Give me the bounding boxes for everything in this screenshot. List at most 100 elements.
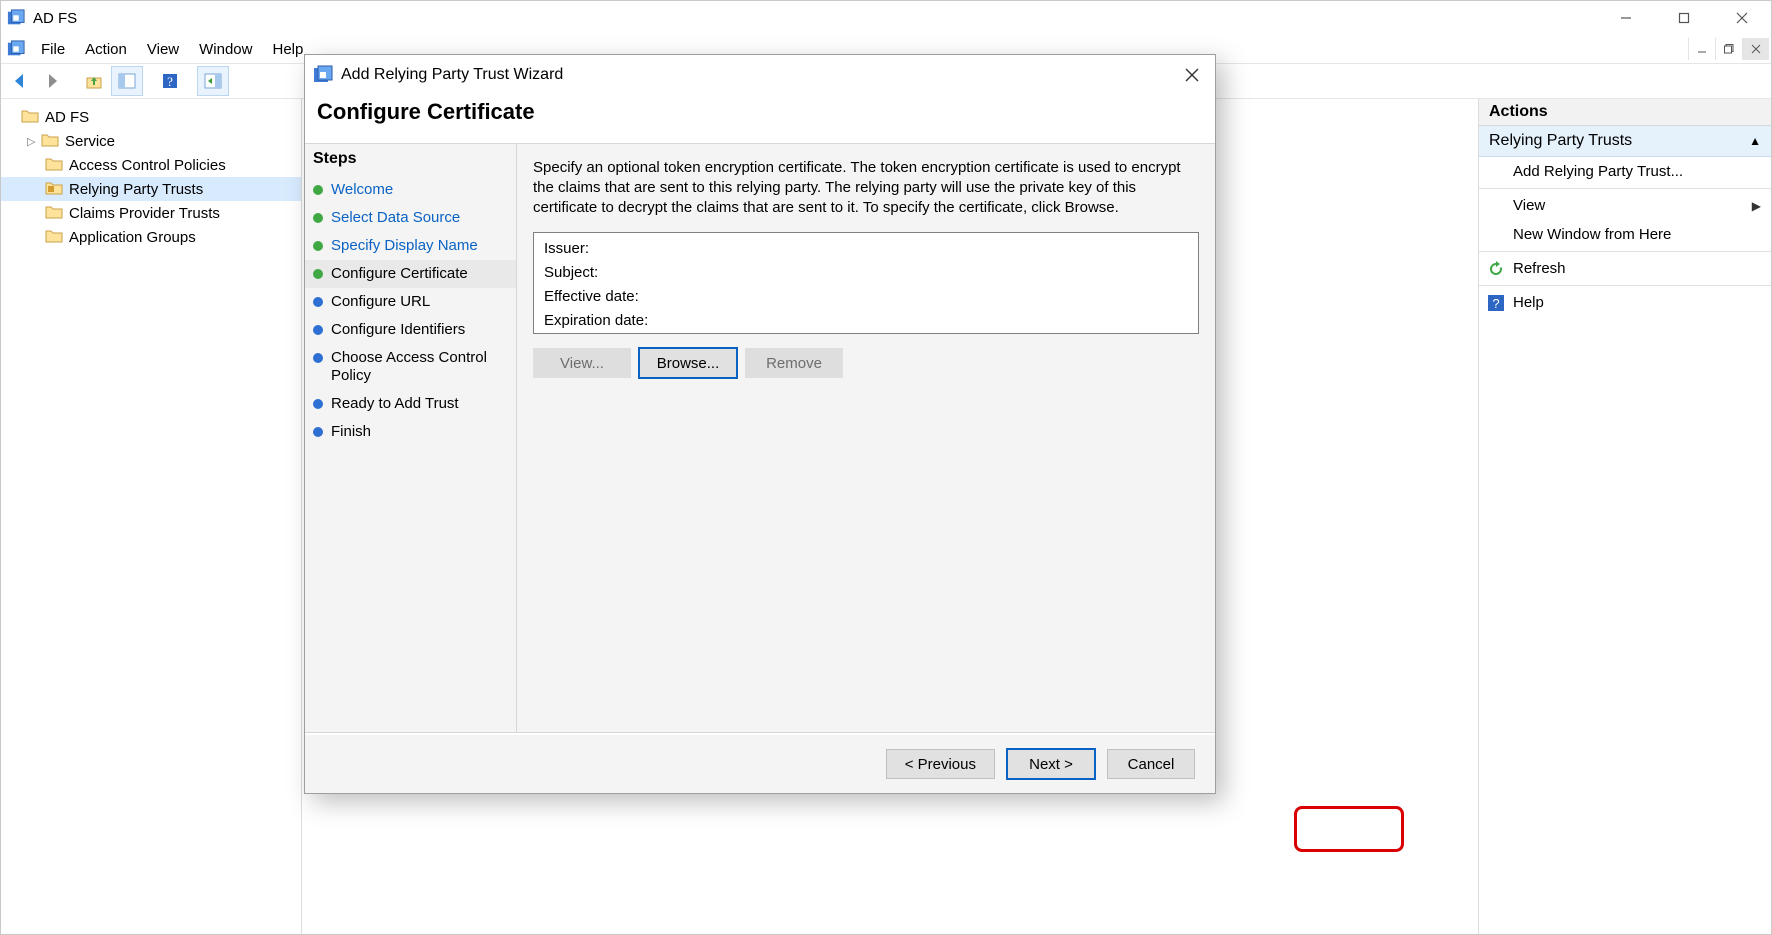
action-view[interactable]: View ▶ [1479, 191, 1771, 220]
wizard-content: Specify an optional token encryption cer… [517, 143, 1215, 733]
remove-certificate-button: Remove [745, 348, 843, 378]
bullet-icon [313, 185, 323, 195]
step-label: Specify Display Name [331, 237, 478, 255]
steps-pane: Steps Welcome Select Data Source Specify… [305, 143, 517, 733]
step-finish[interactable]: Finish [305, 418, 516, 446]
step-label: Configure Certificate [331, 265, 468, 283]
previous-button[interactable]: < Previous [886, 749, 995, 779]
close-button[interactable] [1713, 1, 1771, 35]
action-label: New Window from Here [1513, 226, 1671, 243]
folder-icon [41, 133, 59, 149]
bullet-icon [313, 399, 323, 409]
step-label: Finish [331, 423, 371, 441]
tree-item-appgroups[interactable]: Application Groups [1, 225, 301, 249]
action-help[interactable]: ? Help [1479, 288, 1771, 317]
actions-pane: Actions Relying Party Trusts ▲ Add Relyi… [1478, 99, 1771, 934]
mdi-close[interactable] [1742, 38, 1769, 60]
wizard-title-bar: Add Relying Party Trust Wizard [305, 55, 1215, 95]
tree-item-acp[interactable]: Access Control Policies [1, 153, 301, 177]
back-button[interactable] [5, 67, 35, 95]
mdi-minimize[interactable] [1688, 38, 1715, 60]
maximize-button[interactable] [1655, 1, 1713, 35]
tree-root[interactable]: AD FS [1, 105, 301, 129]
cert-issuer-label: Issuer: [544, 237, 1188, 261]
tree-label: Service [65, 133, 115, 150]
step-label: Configure URL [331, 293, 430, 311]
wizard-title: Add Relying Party Trust Wizard [341, 66, 1169, 84]
cert-button-row: View... Browse... Remove [533, 348, 1199, 378]
show-hide-actions-button[interactable] [197, 66, 229, 96]
step-configure-certificate[interactable]: Configure Certificate [305, 260, 516, 288]
step-configure-url[interactable]: Configure URL [305, 288, 516, 316]
steps-title: Steps [305, 144, 516, 176]
step-ready-to-add-trust[interactable]: Ready to Add Trust [305, 390, 516, 418]
adfs-icon [7, 9, 25, 27]
tree-item-cpt[interactable]: Claims Provider Trusts [1, 201, 301, 225]
step-label: Welcome [331, 181, 393, 199]
folder-icon [45, 157, 63, 173]
wizard-footer: < Previous Next > Cancel [305, 735, 1215, 793]
forward-button[interactable] [37, 67, 67, 95]
refresh-icon [1487, 260, 1505, 278]
step-configure-identifiers[interactable]: Configure Identifiers [305, 316, 516, 344]
action-refresh[interactable]: Refresh [1479, 254, 1771, 283]
wizard-description: Specify an optional token encryption cer… [533, 158, 1199, 218]
step-choose-access-control-policy[interactable]: Choose Access Control Policy [305, 344, 516, 390]
up-button[interactable] [79, 67, 109, 95]
certificate-info-box: Issuer: Subject: Effective date: Expirat… [533, 232, 1199, 334]
wizard-body: Steps Welcome Select Data Source Specify… [305, 143, 1215, 733]
adfs-icon [7, 40, 25, 58]
bullet-icon [313, 269, 323, 279]
cert-subject-label: Subject: [544, 261, 1188, 285]
menu-action[interactable]: Action [75, 37, 137, 62]
window-title: AD FS [33, 10, 1597, 27]
help-button[interactable]: ? [155, 67, 185, 95]
window-controls [1597, 1, 1771, 35]
step-welcome[interactable]: Welcome [305, 176, 516, 204]
folder-icon [45, 181, 63, 197]
action-label: View [1513, 197, 1545, 214]
next-button[interactable]: Next > [1007, 749, 1095, 779]
submenu-arrow-icon: ▶ [1752, 199, 1761, 213]
twisty-icon[interactable]: ▷ [27, 135, 41, 148]
wizard-close-button[interactable] [1169, 55, 1215, 95]
browse-certificate-button[interactable]: Browse... [639, 348, 737, 378]
action-label: Refresh [1513, 260, 1566, 277]
step-label: Configure Identifiers [331, 321, 465, 339]
help-icon: ? [1487, 294, 1505, 312]
bullet-icon [313, 325, 323, 335]
bullet-icon [313, 353, 323, 363]
bullet-icon [313, 241, 323, 251]
step-label: Ready to Add Trust [331, 395, 459, 413]
tree-item-service[interactable]: ▷ Service [1, 129, 301, 153]
step-label: Select Data Source [331, 209, 460, 227]
actions-group-label: Relying Party Trusts [1489, 132, 1632, 150]
tree-label: Claims Provider Trusts [69, 205, 220, 222]
show-hide-tree-button[interactable] [111, 66, 143, 96]
cancel-button[interactable]: Cancel [1107, 749, 1195, 779]
action-label: Help [1513, 294, 1544, 311]
bullet-icon [313, 297, 323, 307]
folder-icon [45, 205, 63, 221]
tree-label: Application Groups [69, 229, 196, 246]
action-new-window[interactable]: New Window from Here [1479, 220, 1771, 249]
mdi-restore[interactable] [1715, 38, 1742, 60]
menu-window[interactable]: Window [189, 37, 262, 62]
minimize-button[interactable] [1597, 1, 1655, 35]
action-add-rpt[interactable]: Add Relying Party Trust... [1479, 157, 1771, 186]
view-certificate-button: View... [533, 348, 631, 378]
mdi-controls [1688, 38, 1769, 60]
collapse-icon: ▲ [1749, 134, 1761, 148]
tree-item-rpt[interactable]: Relying Party Trusts [1, 177, 301, 201]
tree-label: Relying Party Trusts [69, 181, 203, 198]
cert-expiration-label: Expiration date: [544, 309, 1188, 333]
cert-effective-label: Effective date: [544, 285, 1188, 309]
menu-view[interactable]: View [137, 37, 189, 62]
separator [1479, 251, 1771, 252]
step-select-data-source[interactable]: Select Data Source [305, 204, 516, 232]
actions-group-header[interactable]: Relying Party Trusts ▲ [1479, 126, 1771, 157]
tree-pane[interactable]: AD FS ▷ Service Access Control Policies … [1, 99, 302, 934]
menu-file[interactable]: File [31, 37, 75, 62]
wizard-dialog: Add Relying Party Trust Wizard Configure… [304, 54, 1216, 794]
step-specify-display-name[interactable]: Specify Display Name [305, 232, 516, 260]
